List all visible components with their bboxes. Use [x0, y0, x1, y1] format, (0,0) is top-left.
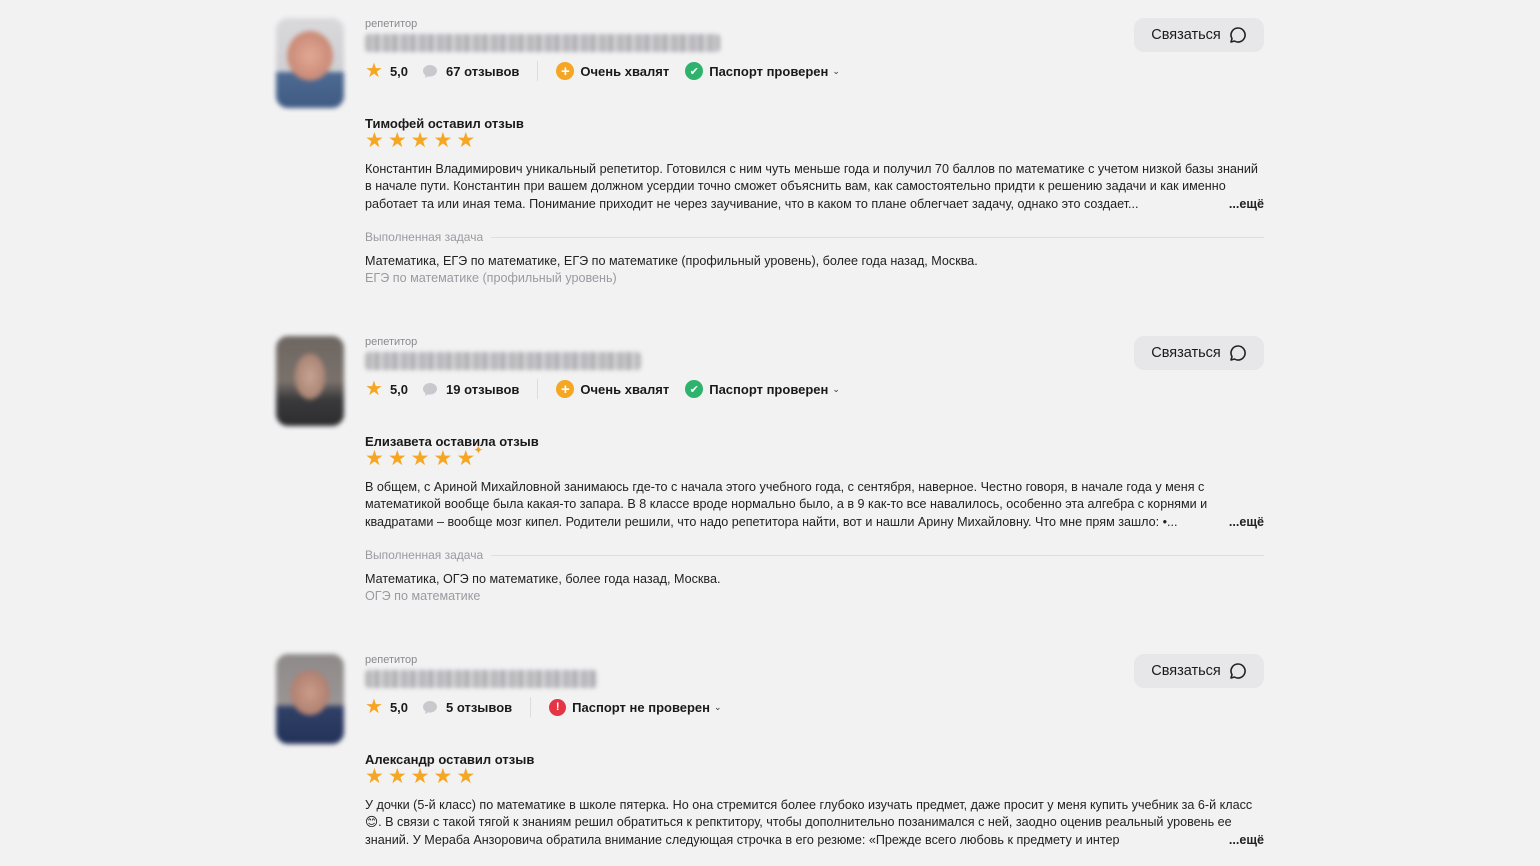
star-icon: ★ — [410, 765, 430, 788]
rating-value: 5,0 — [389, 699, 409, 715]
review-text-body: В общем, с Ариной Михайловной занимаюсь … — [365, 480, 1208, 529]
tutor-meta: ★ 5,0 5 отзывов ! Паспорт не проверен ⌄ — [365, 696, 722, 718]
check-icon: ✔ — [685, 380, 704, 398]
review-stars: ★ ★ ★ ★ ★ ✦ — [365, 443, 484, 470]
more-link[interactable]: ...ещё — [1222, 831, 1264, 849]
star-icon: ★ — [410, 129, 430, 152]
review-text: У дочки (5-й класс) по математике в школ… — [365, 797, 1264, 849]
tutor-meta: ★ 5,0 67 отзывов + Очень хвалят ✔ Паспор… — [365, 60, 840, 82]
role-label: репетитор — [365, 654, 418, 666]
star-icon: ★ — [456, 765, 476, 788]
divider — [537, 379, 539, 399]
tutor-avatar[interactable] — [276, 18, 344, 108]
completed-task-heading: Выполненная задача — [365, 230, 1264, 244]
praise-icon: + — [556, 62, 575, 80]
review-text: В общем, с Ариной Михайловной занимаюсь … — [365, 479, 1264, 531]
contact-button-label: Связаться — [1151, 663, 1221, 679]
comment-icon — [422, 64, 438, 79]
review-text: Константин Владимирович уникальный репет… — [365, 161, 1264, 213]
chat-icon — [1229, 663, 1246, 679]
contact-button-label: Связаться — [1151, 27, 1221, 43]
completed-task-subject: ОГЭ по математике — [365, 589, 481, 603]
praise-badge: Очень хвалят — [580, 63, 670, 79]
star-icon: ★ — [387, 765, 407, 788]
reviews-count-link[interactable]: 67 отзывов — [446, 64, 519, 79]
comment-icon — [422, 382, 438, 397]
warning-icon: ! — [549, 698, 567, 716]
rating-value: 5,0 — [389, 381, 409, 397]
rating-value: 5,0 — [389, 63, 409, 79]
star-sparkle-icon: ★ ✦ — [456, 443, 484, 470]
contact-button-label: Связаться — [1151, 345, 1221, 361]
chevron-down-icon[interactable]: ⌄ — [832, 66, 840, 77]
reviews-count-link[interactable]: 19 отзывов — [446, 382, 519, 397]
star-icon: ★ — [433, 447, 453, 470]
completed-task-label: Выполненная задача — [365, 230, 484, 244]
star-icon: ★ — [365, 765, 384, 788]
review-text-body: У дочки (5-й класс) по математике в школ… — [365, 798, 1253, 847]
review-stars: ★ ★ ★ ★ ★ — [365, 130, 475, 151]
sparkle-icon: ✦ — [473, 443, 484, 457]
completed-task-subject: ЕГЭ по математике (профильный уровень) — [365, 271, 617, 285]
star-icon: ★ — [387, 129, 407, 152]
tutor-name-blurred[interactable] — [365, 670, 597, 688]
check-icon: ✔ — [685, 62, 704, 80]
star-icon: ★ — [365, 60, 383, 82]
star-icon: ★ — [365, 447, 384, 470]
review-text-body: Константин Владимирович уникальный репет… — [365, 162, 1258, 211]
star-icon: ★ — [433, 129, 453, 152]
star-icon: ★ — [365, 129, 384, 152]
passport-status[interactable]: Паспорт проверен — [709, 64, 828, 79]
contact-button[interactable]: Связаться — [1134, 18, 1264, 52]
star-icon: ★ — [365, 378, 383, 400]
contact-button[interactable]: Связаться — [1134, 336, 1264, 370]
star-icon: ★ — [433, 765, 453, 788]
tutor-meta: ★ 5,0 19 отзывов + Очень хвалят ✔ Паспор… — [365, 378, 840, 400]
more-link[interactable]: ...ещё — [1222, 513, 1264, 531]
star-icon: ★ — [365, 696, 383, 718]
divider — [491, 236, 1264, 238]
role-label: репетитор — [365, 18, 418, 30]
completed-task-label: Выполненная задача — [365, 548, 484, 562]
chevron-down-icon[interactable]: ⌄ — [714, 702, 722, 713]
tutor-avatar[interactable] — [276, 336, 344, 426]
tutor-avatar[interactable] — [276, 654, 344, 744]
reviews-count-link[interactable]: 5 отзывов — [446, 700, 512, 715]
chat-icon — [1229, 345, 1246, 361]
completed-task-text: Математика, ОГЭ по математике, более год… — [365, 572, 721, 586]
completed-task-heading: Выполненная задача — [365, 548, 1264, 562]
passport-status[interactable]: Паспорт не проверен — [572, 700, 710, 715]
chevron-down-icon[interactable]: ⌄ — [832, 384, 840, 395]
completed-task-text: Математика, ЕГЭ по математике, ЕГЭ по ма… — [365, 254, 978, 268]
contact-button[interactable]: Связаться — [1134, 654, 1264, 688]
more-link[interactable]: ...ещё — [1222, 195, 1264, 213]
divider — [537, 61, 539, 81]
chat-icon — [1229, 27, 1246, 43]
tutor-name-blurred[interactable] — [365, 352, 641, 370]
review-stars: ★ ★ ★ ★ ★ — [365, 766, 475, 787]
tutor-name-blurred[interactable] — [365, 34, 720, 52]
praise-badge: Очень хвалят — [580, 381, 670, 397]
star-icon: ★ — [456, 129, 476, 152]
star-icon: ★ — [410, 447, 430, 470]
divider — [491, 554, 1264, 556]
comment-icon — [422, 700, 438, 715]
divider — [530, 697, 532, 717]
passport-status[interactable]: Паспорт проверен — [709, 382, 828, 397]
role-label: репетитор — [365, 336, 418, 348]
star-icon: ★ — [387, 447, 407, 470]
praise-icon: + — [556, 380, 575, 398]
